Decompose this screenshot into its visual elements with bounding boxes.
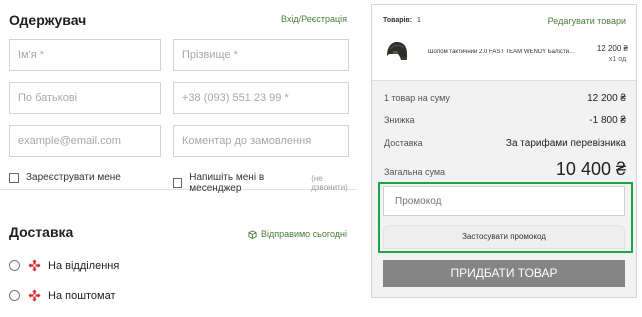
order-summary-panel: Товарів: 1 Редагувати товари Шолом такти… (371, 4, 637, 298)
messenger-checkbox[interactable] (173, 178, 183, 188)
phone-input[interactable] (173, 82, 349, 114)
messenger-checkbox-row[interactable]: Напишіть мені в месенджер (не дзвонити) (173, 172, 357, 194)
shipping-label: Доставка (384, 138, 423, 148)
register-checkbox[interactable] (9, 172, 19, 183)
discount-value: -1 800 ₴ (589, 115, 626, 126)
cart-item: Шолом тактичний 2.0 FAST TEAM WENDY Балі… (384, 38, 628, 68)
nova-poshta-icon (28, 259, 41, 272)
radio-branch[interactable] (9, 260, 20, 271)
register-label: Зареєструвати мене (26, 172, 121, 183)
patronymic-input[interactable] (9, 82, 161, 114)
discount-row: Знижка -1 800 ₴ (384, 115, 626, 126)
ships-today-text: Відправимо сьогодні (261, 229, 347, 239)
helmet-image (387, 42, 407, 60)
messenger-hint: (не дзвонити) (311, 174, 348, 192)
last-name-input[interactable] (173, 39, 349, 71)
goods-count: 1 (417, 17, 421, 24)
total-row: Загальна сума 10 400 ₴ (384, 159, 626, 180)
edit-goods-link[interactable]: Редагувати товари (548, 16, 626, 26)
total-value: 10 400 ₴ (555, 159, 626, 179)
delivery-option-label: На поштомат (48, 289, 116, 302)
product-price: 12 200 ₴ (596, 44, 628, 53)
ships-today-note: Відправимо сьогодні (248, 229, 347, 239)
recipient-title: Одержувач (9, 12, 87, 28)
buy-button[interactable]: ПРИДБАТИ ТОВАР (383, 260, 625, 287)
register-checkbox-row[interactable]: Зареєструвати мене (9, 172, 121, 183)
subtotal-label: 1 товар на суму (384, 93, 450, 103)
promo-code-input[interactable] (383, 186, 625, 216)
delivery-section: Доставка Відправимо сьогодні На відділен… (0, 206, 357, 317)
apply-promo-button[interactable]: Застосувати промокод (383, 225, 625, 249)
first-name-input[interactable] (9, 39, 161, 71)
total-label: Загальна сума (384, 167, 446, 177)
shipping-row: Доставка За тарифами перевізника (384, 138, 626, 149)
messenger-label: Напишіть мені в месенджер (189, 172, 265, 194)
product-name: Шолом тактичний 2.0 FAST TEAM WENDY Балі… (428, 49, 578, 55)
delivery-option-parcel-locker[interactable]: На поштомат (9, 289, 116, 302)
delivery-option-label: На відділення (48, 259, 120, 272)
checkout-form: Одержувач Вхід/Реєстрація Зареєструвати … (0, 0, 357, 317)
order-items-header: Товарів: 1 Редагувати товари Шолом такти… (372, 5, 636, 81)
product-qty: x1 од. (608, 56, 628, 63)
delivery-title: Доставка (9, 224, 74, 240)
nova-poshta-icon (28, 289, 41, 302)
recipient-section: Одержувач Вхід/Реєстрація Зареєструвати … (0, 0, 357, 194)
discount-label: Знижка (384, 115, 415, 125)
radio-parcel-locker[interactable] (9, 290, 20, 301)
goods-label: Товарів: (383, 17, 413, 24)
subtotal-value: 12 200 ₴ (587, 93, 626, 104)
box-icon (248, 229, 257, 239)
delivery-option-branch[interactable]: На відділення (9, 259, 119, 272)
comment-input[interactable] (173, 125, 349, 157)
shipping-value: За тарифами перевізника (505, 138, 626, 149)
product-price-block: 12 200 ₴ x1 од. (597, 43, 628, 65)
login-register-link[interactable]: Вхід/Реєстрація (281, 14, 347, 24)
subtotal-row: 1 товар на суму 12 200 ₴ (384, 93, 626, 104)
email-input[interactable] (9, 125, 161, 157)
